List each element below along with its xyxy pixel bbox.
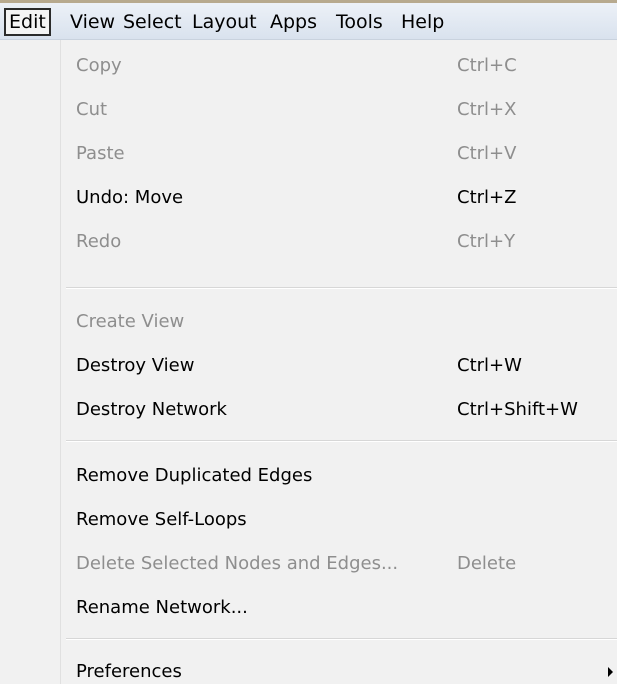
window-top-strip (0, 0, 617, 3)
menu-select[interactable]: Select (123, 8, 182, 36)
menu-item-preferences[interactable]: Preferences (76, 657, 182, 687)
menu-item-remove-self-loops[interactable]: Remove Self-Loops (76, 505, 247, 535)
edit-dropdown-menu: Copy Ctrl+C Cut Ctrl+X Paste Ctrl+V Undo… (0, 40, 617, 684)
menu-item-rename-network[interactable]: Rename Network... (76, 593, 248, 623)
gutter-divider (60, 40, 61, 684)
menu-separator (66, 440, 617, 442)
menu-separator (66, 638, 617, 640)
menu-view[interactable]: View (70, 8, 115, 36)
submenu-arrow-icon (608, 667, 613, 677)
menu-item-paste[interactable]: Paste (76, 139, 125, 169)
menu-edit[interactable]: Edit (4, 8, 51, 36)
menu-help[interactable]: Help (401, 8, 444, 36)
menu-item-create-view[interactable]: Create View (76, 307, 184, 337)
menu-layout[interactable]: Layout (192, 8, 257, 36)
menu-item-copy[interactable]: Copy (76, 51, 122, 81)
shortcut-destroy-view: Ctrl+W (457, 355, 522, 376)
menu-separator (66, 287, 617, 289)
shortcut-destroy-network: Ctrl+Shift+W (457, 399, 578, 420)
menu-item-destroy-network[interactable]: Destroy Network (76, 395, 227, 425)
shortcut-redo: Ctrl+Y (457, 231, 516, 252)
menu-bar: Edit View Select Layout Apps Tools Help (0, 0, 617, 40)
menu-item-remove-duplicated-edges[interactable]: Remove Duplicated Edges (76, 461, 312, 491)
shortcut-cut: Ctrl+X (457, 99, 517, 120)
menu-apps[interactable]: Apps (270, 8, 317, 36)
menu-item-cut[interactable]: Cut (76, 95, 107, 125)
menu-item-delete-selected[interactable]: Delete Selected Nodes and Edges... (76, 549, 398, 579)
shortcut-paste: Ctrl+V (457, 143, 517, 164)
shortcut-undo: Ctrl+Z (457, 187, 517, 208)
menu-item-redo[interactable]: Redo (76, 227, 121, 257)
menu-tools[interactable]: Tools (336, 8, 383, 36)
shortcut-copy: Ctrl+C (457, 55, 517, 76)
shortcut-delete: Delete (457, 553, 517, 574)
menu-item-undo-move[interactable]: Undo: Move (76, 183, 183, 213)
menu-item-destroy-view[interactable]: Destroy View (76, 351, 194, 381)
menu-icon-gutter (0, 40, 60, 684)
